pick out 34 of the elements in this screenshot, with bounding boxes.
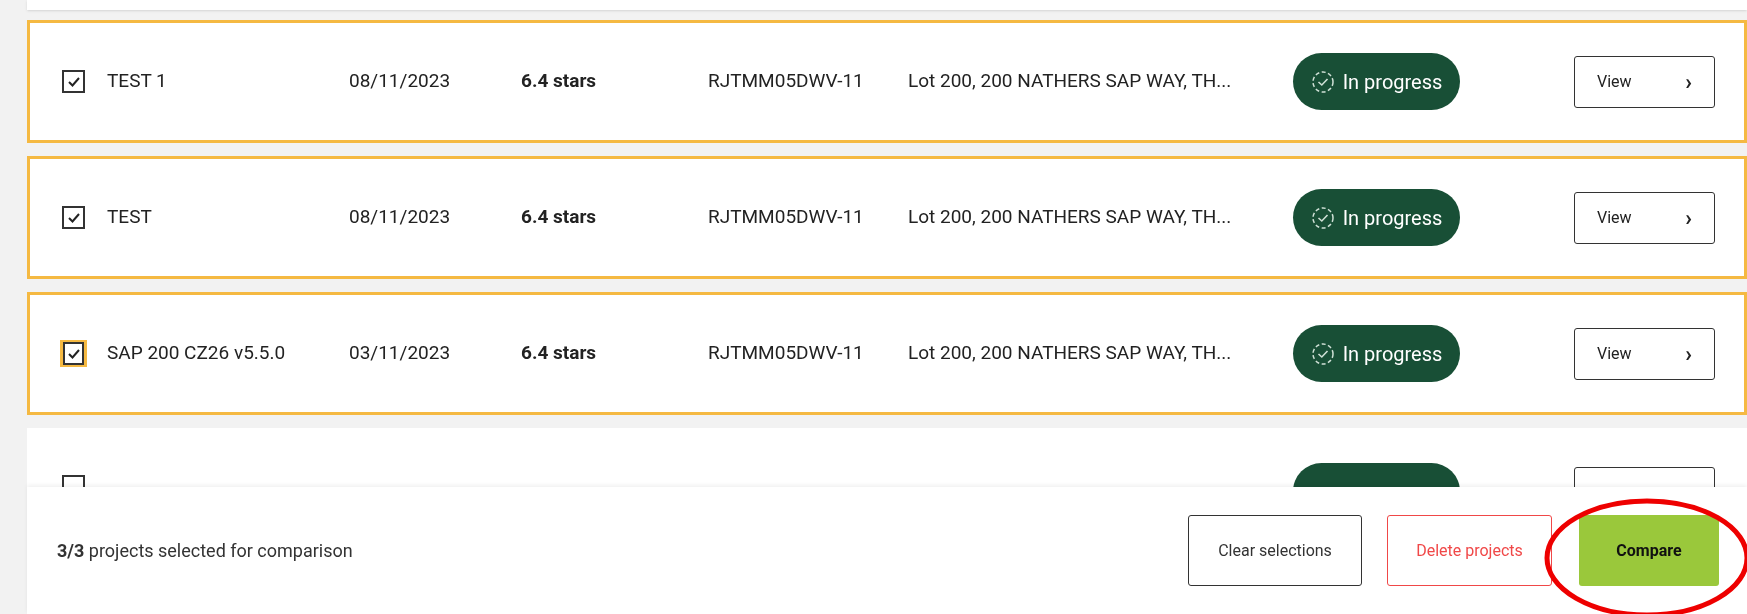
project-name: TEST 1: [107, 68, 168, 95]
status-badge: In progress: [1293, 53, 1460, 110]
progress-icon: [1310, 69, 1335, 94]
compare-button[interactable]: Compare: [1579, 515, 1719, 586]
selection-summary: 3/3 projects selected for comparison: [57, 539, 353, 563]
project-code: RJTMM05DWV-11: [708, 68, 865, 95]
checkmark-icon: [66, 75, 81, 88]
project-code: RJTMM05DWV-11: [708, 204, 865, 231]
checkbox[interactable]: [60, 68, 87, 95]
rating-text: 6.4 stars: [521, 340, 598, 367]
checkmark-icon: [66, 347, 81, 360]
progress-icon: [1310, 341, 1335, 366]
rating-text: 6.4 stars: [521, 204, 598, 231]
address-text: Lot 200, 200 NATHERS SAP WAY, TH...: [908, 204, 1233, 231]
date-text: 08/11/2023: [349, 68, 452, 95]
project-name: TEST: [107, 204, 153, 231]
progress-icon: [1310, 205, 1335, 230]
project-name: SAP 200 CZ26 v5.5.0: [107, 340, 287, 367]
address-text: Lot 200, 200 NATHERS SAP WAY, TH...: [908, 340, 1233, 367]
date-text: 03/11/2023: [349, 340, 452, 367]
status-badge: In progress: [1293, 325, 1460, 382]
project-code: RJTMM05DWV-11: [708, 340, 865, 367]
clear-selections-button[interactable]: Clear selections: [1188, 515, 1362, 586]
delete-projects-button[interactable]: Delete projects: [1387, 515, 1552, 586]
view-button[interactable]: View ›: [1574, 191, 1715, 244]
checkmark-icon: [66, 211, 81, 224]
view-button[interactable]: View ›: [1574, 55, 1715, 108]
checkbox[interactable]: [60, 340, 87, 367]
checkbox[interactable]: [60, 204, 87, 231]
rating-text: 6.4 stars: [521, 68, 598, 95]
view-button[interactable]: View ›: [1574, 327, 1715, 380]
date-text: 08/11/2023: [349, 204, 452, 231]
address-text: Lot 200, 200 NATHERS SAP WAY, TH...: [908, 68, 1233, 95]
status-badge: In progress: [1293, 189, 1460, 246]
